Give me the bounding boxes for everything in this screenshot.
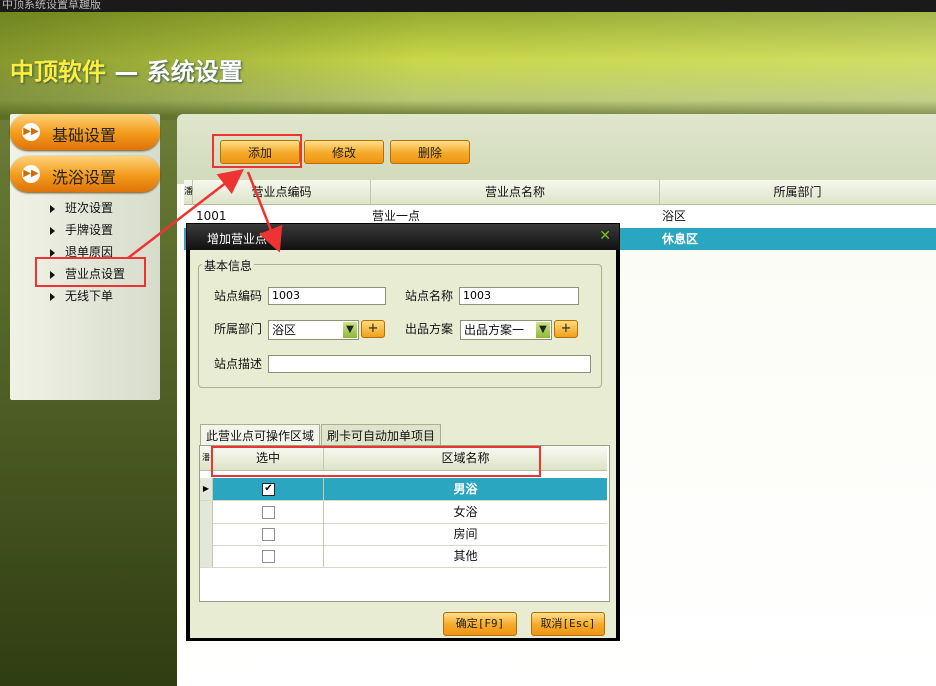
triangle-right-icon [50, 204, 55, 213]
area-checkbox[interactable] [262, 528, 275, 541]
cell-dept: 浴区 [662, 209, 687, 223]
area-row-selected[interactable]: ▶ ✔ 男浴 [200, 478, 607, 501]
row-header-cell: 潘 [200, 446, 213, 470]
site-name-label: 站点名称 [405, 289, 454, 303]
column-header-selected[interactable]: 选中 [213, 446, 324, 470]
sidebar-item-refund-reasons[interactable]: 退单原因 [50, 242, 113, 262]
column-header-dept[interactable]: 所属部门 [660, 180, 935, 204]
dept-label: 所属部门 [214, 322, 263, 336]
area-name: 其他 [453, 549, 478, 563]
area-checkbox[interactable] [262, 550, 275, 563]
sidebar-item-shifts[interactable]: 班次设置 [50, 198, 113, 218]
site-code-input[interactable] [268, 287, 386, 305]
area-name: 房间 [453, 527, 478, 541]
window-title: 中顶系统设置草趣版 [0, 0, 936, 12]
add-plan-button[interactable]: + [554, 320, 578, 338]
sidebar-item-wireless-order[interactable]: 无线下单 [50, 286, 113, 306]
site-code-label: 站点编码 [214, 289, 263, 303]
area-name: 女浴 [453, 505, 478, 519]
delete-button[interactable]: 删除 [390, 140, 470, 164]
sidebar-group-label: 洗浴设置 [52, 168, 117, 187]
edit-button[interactable]: 修改 [304, 140, 384, 164]
column-header-name[interactable]: 营业点名称 [371, 180, 660, 204]
area-row[interactable]: 女浴 [200, 501, 607, 524]
play-double-icon: ▶▶ [22, 165, 40, 183]
sidebar-group-basic[interactable]: ▶▶ 基础设置 [10, 114, 160, 150]
cancel-button[interactable]: 取消[Esc] [531, 612, 605, 636]
triangle-right-icon [50, 270, 55, 279]
dept-select[interactable]: 浴区 ▼ [268, 320, 359, 340]
sidebar-item-label: 班次设置 [65, 201, 114, 215]
plan-label: 出品方案 [405, 322, 454, 336]
sidebar-item-label: 营业点设置 [65, 267, 126, 281]
app-title: 中顶软件 — 系统设置 [10, 52, 243, 87]
app-subtitle: — 系统设置 [106, 58, 243, 86]
dialog-titlebar[interactable]: 增加营业点 ✕ [187, 224, 619, 250]
sidebar-group-bath[interactable]: ▶▶ 洗浴设置 [10, 156, 160, 192]
site-name-input[interactable] [459, 287, 579, 305]
plan-select-value: 出品方案一 [464, 323, 525, 337]
area-row[interactable]: 房间 [200, 523, 607, 546]
sidebar-group-label: 基础设置 [52, 126, 117, 145]
add-dept-button[interactable]: + [361, 320, 385, 338]
grid-header: 潘 营业点编码 营业点名称 所属部门 [184, 180, 936, 205]
area-row[interactable]: 其他 [200, 545, 607, 568]
row-header-cell: 潘 [184, 180, 193, 204]
dialog-body: 基本信息 站点编码 站点名称 所属部门 浴区▼ + 出品方案 出品方案一▼ + … [190, 250, 616, 638]
tab-operable-areas[interactable]: 此营业点可操作区域 [200, 424, 321, 446]
dialog-title: 增加营业点 [207, 232, 268, 246]
sidebar-item-business-points[interactable]: 营业点设置 [50, 264, 125, 284]
close-icon[interactable]: ✕ [599, 228, 611, 244]
sidebar-item-label: 退单原因 [65, 245, 114, 259]
current-row-indicator-icon: ▶ [200, 478, 213, 500]
triangle-right-icon [50, 248, 55, 257]
area-name: 男浴 [453, 482, 478, 496]
tab-auto-add-items[interactable]: 刷卡可自动加单项目 [321, 424, 442, 446]
triangle-right-icon [50, 292, 55, 301]
area-grid-header: 潘 选中 区域名称 [200, 446, 607, 471]
sidebar-item-wristbands[interactable]: 手牌设置 [50, 220, 113, 240]
column-header-area[interactable]: 区域名称 [324, 446, 607, 470]
chevron-down-icon[interactable]: ▼ [536, 322, 550, 338]
add-button[interactable]: 添加 [220, 140, 300, 164]
area-checkbox[interactable] [262, 506, 275, 519]
ok-button[interactable]: 确定[F9] [443, 612, 517, 636]
area-checkbox[interactable]: ✔ [262, 483, 275, 496]
sidebar-item-label: 无线下单 [65, 289, 114, 303]
app-brand: 中顶软件 [10, 58, 106, 86]
desc-label: 站点描述 [214, 357, 263, 371]
triangle-right-icon [50, 226, 55, 235]
basic-info-legend: 基本信息 [202, 257, 255, 274]
dept-select-value: 浴区 [272, 323, 297, 337]
sidebar: ▶▶ 基础设置 ▶▶ 洗浴设置 班次设置 手牌设置 退单原因 营业点设置 无线下… [10, 114, 160, 400]
add-business-point-dialog: 增加营业点 ✕ 基本信息 站点编码 站点名称 所属部门 浴区 ▼ + 出品方案 出… [186, 223, 620, 641]
play-double-icon: ▶▶ [22, 123, 40, 141]
column-header-code[interactable]: 营业点编码 [193, 180, 371, 204]
cell-dept: 休息区 [662, 232, 699, 246]
sidebar-item-label: 手牌设置 [65, 223, 114, 237]
chevron-down-icon[interactable]: ▼ [343, 322, 357, 338]
desc-input[interactable] [268, 355, 591, 373]
area-grid: 潘 选中 区域名称 ▶ ✔ 男浴 女浴 房间 其他 [199, 445, 610, 602]
plan-select[interactable]: 出品方案一 ▼ [460, 320, 552, 340]
